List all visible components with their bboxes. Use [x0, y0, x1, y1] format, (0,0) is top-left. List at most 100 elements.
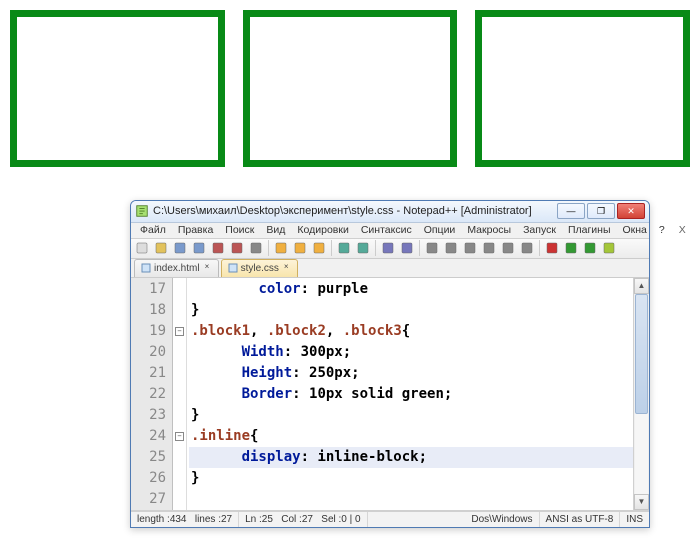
save-icon[interactable]	[171, 239, 189, 257]
status-caret: Ln : 25 Col : 27 Sel : 0 | 0	[239, 512, 367, 527]
zoom-out-icon[interactable]	[442, 239, 460, 257]
scroll-thumb[interactable]	[635, 294, 648, 414]
statusbar: length : 434 lines : 27 Ln : 25 Col : 27…	[131, 511, 649, 527]
code-line[interactable]: .block1, .block2, .block3{	[189, 321, 633, 342]
tabstrip: index.html × style.css ×	[131, 259, 649, 278]
menu-кодировки[interactable]: Кодировки	[292, 223, 353, 237]
notepadpp-window: C:\Users\михаил\Desktop\эксперимент\styl…	[130, 200, 650, 528]
line-number-gutter: 1718192021222324252627	[131, 278, 173, 510]
menu-окна[interactable]: Окна	[618, 223, 652, 237]
title-text: C:\Users\михаил\Desktop\эксперимент\styl…	[153, 205, 557, 217]
close-button[interactable]: ✕	[617, 203, 645, 219]
run-icon[interactable]	[600, 239, 618, 257]
menu-правка[interactable]: Правка	[173, 223, 218, 237]
block2	[243, 10, 458, 167]
fold-icon[interactable]	[518, 239, 536, 257]
code-line[interactable]: .inline{	[189, 426, 633, 447]
vertical-scrollbar[interactable]: ▲ ▼	[633, 278, 649, 510]
menu-close-x[interactable]: X	[674, 223, 691, 237]
tab-index-html[interactable]: index.html ×	[134, 259, 219, 277]
toolbar-separator	[331, 240, 332, 256]
tab-close-icon[interactable]: ×	[284, 262, 294, 272]
menu-?[interactable]: ?	[654, 223, 670, 237]
fold-margin: −−	[173, 278, 187, 510]
scroll-down-icon[interactable]: ▼	[634, 494, 649, 510]
paste-icon[interactable]	[310, 239, 328, 257]
app-icon	[135, 204, 149, 218]
menu-поиск[interactable]: Поиск	[220, 223, 259, 237]
code-line[interactable]: }	[189, 405, 633, 426]
menu-плагины[interactable]: Плагины	[563, 223, 616, 237]
code-line[interactable]	[189, 489, 633, 510]
code-line[interactable]: display: inline-block;	[189, 447, 633, 468]
cut-icon[interactable]	[272, 239, 290, 257]
code-line[interactable]: }	[189, 468, 633, 489]
fold-cell	[173, 384, 186, 405]
code-line[interactable]: Width: 300px;	[189, 342, 633, 363]
redo-icon[interactable]	[354, 239, 372, 257]
toolbar-separator	[419, 240, 420, 256]
fold-cell[interactable]: −	[173, 426, 186, 447]
menu-запуск[interactable]: Запуск	[518, 223, 561, 237]
menu-файл[interactable]: Файл	[135, 223, 171, 237]
fold-cell	[173, 468, 186, 489]
fold-cell	[173, 342, 186, 363]
code-line[interactable]: Border: 10px solid green;	[189, 384, 633, 405]
code-line[interactable]: color: purple	[189, 279, 633, 300]
guide-icon[interactable]	[499, 239, 517, 257]
toolbar	[131, 239, 649, 259]
code-line[interactable]: }	[189, 300, 633, 321]
fold-box-icon[interactable]: −	[175, 432, 184, 441]
show-all-icon[interactable]	[480, 239, 498, 257]
block1	[10, 10, 225, 167]
maximize-button[interactable]: ❐	[587, 203, 615, 219]
status-length: length : 434 lines : 27	[131, 512, 239, 527]
save-all-icon[interactable]	[190, 239, 208, 257]
play-macro-icon[interactable]	[562, 239, 580, 257]
code-line[interactable]: Height: 250px;	[189, 363, 633, 384]
fold-cell	[173, 279, 186, 300]
undo-icon[interactable]	[335, 239, 353, 257]
tab-style-css[interactable]: style.css ×	[221, 259, 298, 277]
status-ins: INS	[620, 512, 649, 527]
fold-box-icon[interactable]: −	[175, 327, 184, 336]
block3	[475, 10, 690, 167]
toolbar-separator	[375, 240, 376, 256]
tab-label: style.css	[241, 263, 279, 274]
fold-cell	[173, 405, 186, 426]
window-controls: — ❐ ✕	[557, 203, 645, 219]
menu-макросы[interactable]: Макросы	[462, 223, 516, 237]
find-icon[interactable]	[379, 239, 397, 257]
fold-cell	[173, 489, 186, 510]
minimize-button[interactable]: —	[557, 203, 585, 219]
menu-вид[interactable]: Вид	[261, 223, 290, 237]
close-all-icon[interactable]	[228, 239, 246, 257]
tab-label: index.html	[154, 263, 200, 274]
toolbar-separator	[268, 240, 269, 256]
code-editor[interactable]: color: purple}.block1, .block2, .block3{…	[187, 278, 633, 510]
file-icon	[228, 263, 238, 273]
copy-icon[interactable]	[291, 239, 309, 257]
editor-area: 1718192021222324252627 −− color: purple}…	[131, 278, 649, 511]
menu-опции[interactable]: Опции	[419, 223, 461, 237]
menu-синтаксис[interactable]: Синтаксис	[356, 223, 417, 237]
tab-close-icon[interactable]: ×	[205, 262, 215, 272]
stop-macro-icon[interactable]	[581, 239, 599, 257]
titlebar[interactable]: C:\Users\михаил\Desktop\эксперимент\styl…	[131, 201, 649, 223]
demo-boxes-row	[0, 0, 700, 167]
file-icon	[141, 263, 151, 273]
zoom-in-icon[interactable]	[423, 239, 441, 257]
print-icon[interactable]	[247, 239, 265, 257]
scroll-up-icon[interactable]: ▲	[634, 278, 649, 294]
fold-cell[interactable]: −	[173, 321, 186, 342]
replace-icon[interactable]	[398, 239, 416, 257]
open-icon[interactable]	[152, 239, 170, 257]
fold-cell	[173, 300, 186, 321]
new-file-icon[interactable]	[133, 239, 151, 257]
wrap-icon[interactable]	[461, 239, 479, 257]
fold-cell	[173, 363, 186, 384]
status-eol: Dos\Windows	[465, 512, 539, 527]
record-macro-icon[interactable]	[543, 239, 561, 257]
toolbar-separator	[539, 240, 540, 256]
close-icon[interactable]	[209, 239, 227, 257]
